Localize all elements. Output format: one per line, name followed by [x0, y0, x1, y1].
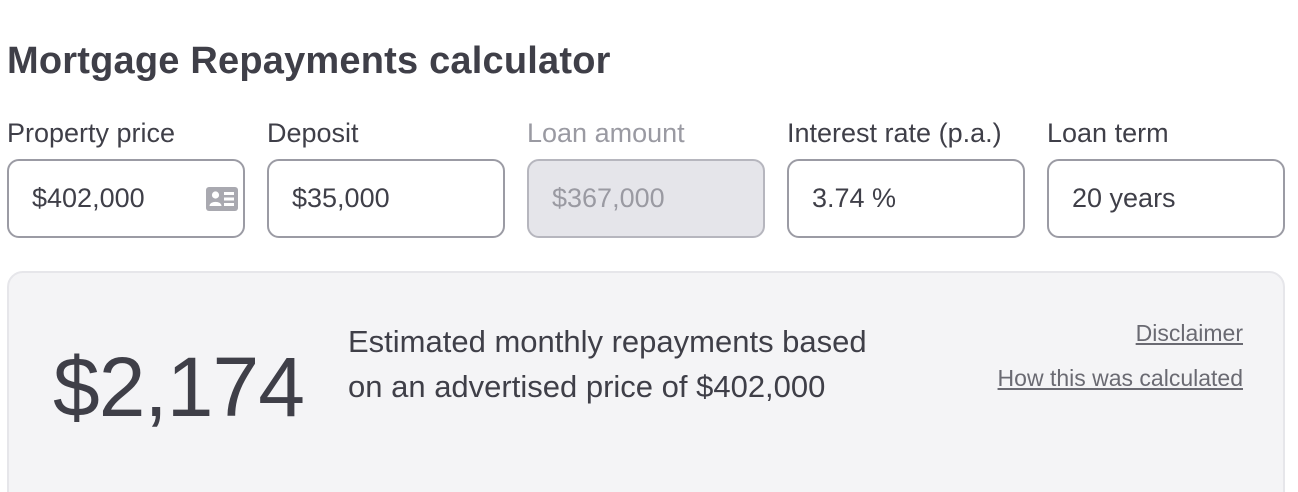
loan-amount-label: Loan amount [527, 118, 685, 148]
contact-card-icon [206, 187, 238, 211]
interest-rate-label: Interest rate (p.a.) [787, 118, 1002, 148]
disclaimer-link[interactable]: Disclaimer [1136, 320, 1243, 347]
interest-rate-input[interactable]: 3.74 % [787, 159, 1025, 238]
deposit-label: Deposit [267, 118, 359, 148]
loan-amount-value: $367,000 [552, 183, 665, 213]
interest-rate-value: 3.74 % [812, 183, 897, 213]
deposit-input[interactable]: $35,000 [267, 159, 505, 238]
repayment-description: Estimated monthly repayments based on an… [348, 324, 867, 404]
property-price-value: $402,000 [32, 183, 145, 213]
loan-amount-input: $367,000 [527, 159, 765, 238]
how-calculated-link[interactable]: How this was calculated [998, 365, 1243, 392]
mortgage-calculator: Mortgage Repayments calculator Property … [0, 0, 1298, 492]
property-price-label: Property price [7, 118, 176, 148]
property-price-input[interactable]: $402,000 [7, 159, 245, 238]
page-title: Mortgage Repayments calculator [7, 40, 611, 82]
calculator-fields: Property price $402,000 Deposit $35,000 … [7, 118, 1285, 240]
deposit-value: $35,000 [292, 183, 390, 213]
monthly-repayment-amount: $2,174 [53, 340, 305, 434]
loan-term-label: Loan term [1047, 118, 1169, 148]
loan-term-select[interactable]: 20 years [1047, 159, 1285, 238]
result-panel: $2,174 Estimated monthly repayments base… [7, 271, 1285, 492]
loan-term-value: 20 years [1072, 183, 1176, 213]
